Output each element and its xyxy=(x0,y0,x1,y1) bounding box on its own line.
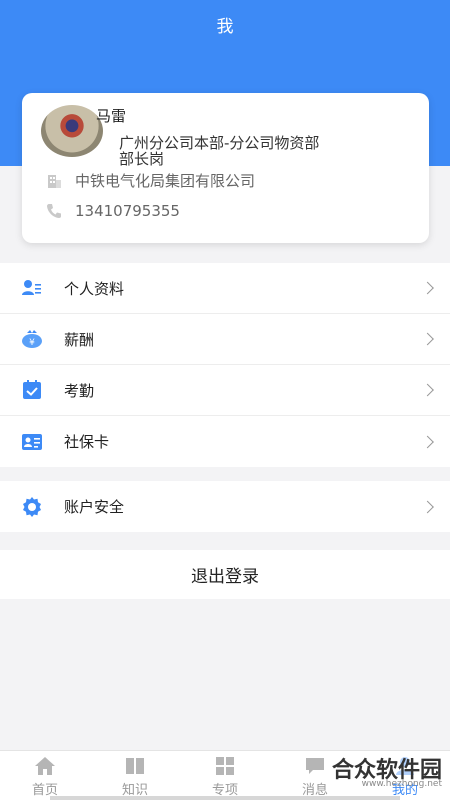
book-icon xyxy=(124,756,146,776)
tab-knowledge[interactable]: 知识 xyxy=(90,751,180,800)
tab-home[interactable]: 首页 xyxy=(0,751,90,800)
menu-item-attendance[interactable]: 考勤 xyxy=(0,365,450,416)
menu-group-security: 账户安全 xyxy=(0,481,450,532)
person-card-icon xyxy=(21,277,43,299)
menu-item-social-card[interactable]: 社保卡 xyxy=(0,416,450,467)
attendance-icon xyxy=(21,379,43,401)
menu-group-main: 个人资料 ¥ 薪酬 考勤 社保卡 xyxy=(0,263,450,467)
social-card-icon xyxy=(21,431,43,453)
home-indicator xyxy=(50,796,400,800)
menu-item-personal-info[interactable]: 个人资料 xyxy=(0,263,450,314)
menu-item-salary[interactable]: ¥ 薪酬 xyxy=(0,314,450,365)
profile-company: 中铁电气化局集团有限公司 xyxy=(75,172,256,190)
logout-button[interactable]: 退出登录 xyxy=(0,550,450,599)
svg-text:¥: ¥ xyxy=(29,338,35,348)
gear-icon xyxy=(21,496,43,518)
menu-label: 考勤 xyxy=(64,381,95,400)
chevron-right-icon xyxy=(421,435,434,448)
message-icon xyxy=(304,756,326,776)
chevron-right-icon xyxy=(421,281,434,295)
chevron-right-icon xyxy=(421,332,434,346)
profile-phone: 13410795355 xyxy=(75,202,180,220)
menu-label: 社保卡 xyxy=(64,433,110,451)
tab-special[interactable]: 专项 xyxy=(180,751,270,800)
company-row: 中铁电气化局集团有限公司 xyxy=(44,170,255,191)
menu-label: 个人资料 xyxy=(64,279,125,298)
avatar[interactable] xyxy=(41,105,103,157)
menu-label: 账户安全 xyxy=(64,498,125,516)
chevron-right-icon xyxy=(421,500,434,513)
menu-item-account-security[interactable]: 账户安全 xyxy=(0,481,450,532)
building-icon xyxy=(44,171,64,191)
phone-row: 13410795355 xyxy=(44,201,180,221)
profile-name: 马雷 xyxy=(96,107,127,125)
grid-icon xyxy=(214,756,236,776)
watermark-url: www.hezhong.net xyxy=(361,779,442,789)
home-icon xyxy=(34,756,56,776)
phone-icon xyxy=(44,201,64,221)
chevron-right-icon xyxy=(421,383,434,397)
menu-label: 薪酬 xyxy=(64,330,95,349)
page-title: 我 xyxy=(216,17,234,37)
profile-department: 广州分公司本部-分公司物资部部长岗 xyxy=(119,134,320,168)
salary-icon: ¥ xyxy=(21,328,43,350)
